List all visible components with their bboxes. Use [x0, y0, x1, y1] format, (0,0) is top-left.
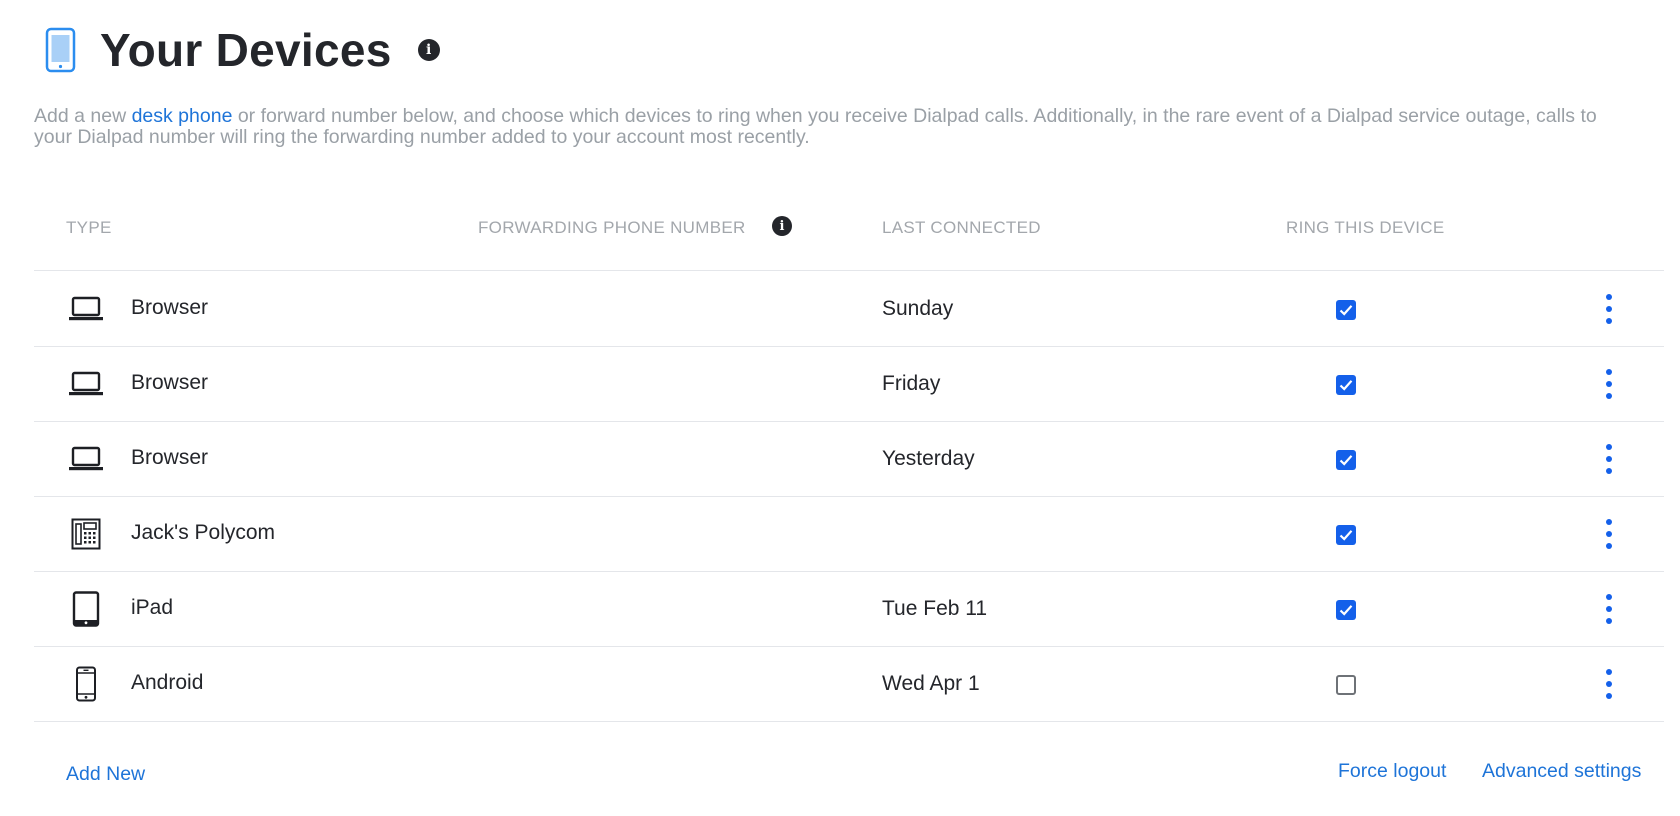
tablet-icon [68, 591, 104, 627]
laptop-icon [68, 442, 104, 476]
more-options-icon[interactable] [1601, 294, 1617, 324]
device-type-label: Browser [131, 371, 209, 394]
more-options-icon[interactable] [1601, 369, 1617, 399]
ring-device-checkbox[interactable] [1336, 450, 1356, 470]
ring-device-checkbox[interactable] [1336, 375, 1356, 395]
table-row: Browser Sunday [34, 272, 1664, 347]
forwarding-info-icon[interactable]: i [772, 216, 792, 236]
column-header-ring-this-device: RING THIS DEVICE [1286, 218, 1445, 237]
table-row: iPad Tue Feb 11 [34, 572, 1664, 647]
mobile-phone-icon [45, 27, 76, 73]
table-header: TYPE FORWARDING PHONE NUMBER i LAST CONN… [34, 198, 1664, 271]
laptop-icon [68, 292, 104, 326]
last-connected-value: Tue Feb 11 [882, 597, 988, 620]
ring-device-checkbox[interactable] [1336, 525, 1356, 545]
desk-phone-link[interactable]: desk phone [132, 105, 233, 127]
more-options-icon[interactable] [1601, 444, 1617, 474]
table-row: Browser Yesterday [34, 422, 1664, 497]
force-logout-link[interactable]: Force logout [1338, 760, 1446, 783]
add-new-link[interactable]: Add New [66, 763, 145, 786]
mobile-phone-icon [68, 666, 104, 702]
ring-device-checkbox[interactable] [1336, 600, 1356, 620]
column-header-last-connected: LAST CONNECTED [882, 218, 1041, 237]
device-type-label: Browser [131, 296, 209, 319]
advanced-settings-link[interactable]: Advanced settings [1482, 760, 1641, 783]
device-type-label: Browser [131, 446, 209, 469]
ring-device-checkbox[interactable] [1336, 300, 1356, 320]
more-options-icon[interactable] [1601, 669, 1617, 699]
page-description: Add a new desk phone or forward number b… [34, 106, 1634, 148]
info-icon[interactable]: i [417, 39, 440, 61]
description-text-end: or forward number below, and choose whic… [34, 105, 1597, 148]
page-title: Your Devices [100, 24, 392, 76]
last-connected-value: Wed Apr 1 [882, 672, 980, 695]
device-type-label: Jack's Polycom [131, 521, 276, 544]
last-connected-value: Sunday [882, 297, 954, 320]
table-row: Android Wed Apr 1 [34, 647, 1664, 722]
laptop-icon [68, 367, 104, 401]
column-header-type: TYPE [66, 218, 112, 237]
description-text-start: Add a new [34, 105, 132, 127]
column-header-forwarding-number: FORWARDING PHONE NUMBER [478, 218, 746, 237]
last-connected-value: Yesterday [882, 447, 975, 470]
device-type-label: iPad [131, 596, 174, 619]
last-connected-value: Friday [882, 372, 941, 395]
page-header: Your Devices i [44, 14, 440, 86]
ring-device-checkbox[interactable] [1336, 675, 1356, 695]
more-options-icon[interactable] [1601, 594, 1617, 624]
table-row: Browser Friday [34, 347, 1664, 422]
device-type-label: Android [131, 671, 204, 694]
more-options-icon[interactable] [1601, 519, 1617, 549]
table-row: Jack's Polycom [34, 497, 1664, 572]
desk-phone-icon [68, 517, 104, 551]
